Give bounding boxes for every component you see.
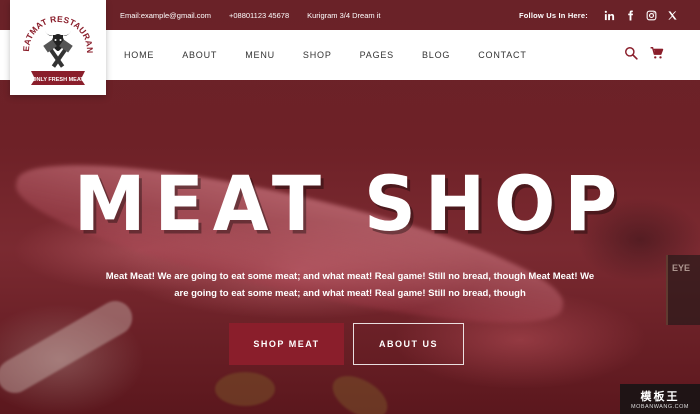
bone-image [0, 294, 139, 400]
phone-text[interactable]: +08801123 45678 [229, 11, 289, 20]
contact-info: Email:example@gmail.com +08801123 45678 … [120, 11, 380, 20]
nav-item-menu[interactable]: MENU [245, 50, 275, 60]
search-icon[interactable] [624, 46, 638, 65]
nav-item-blog[interactable]: BLOG [422, 50, 450, 60]
hero-title: MEAT SHOP [73, 159, 627, 249]
nav-item-shop[interactable]: SHOP [303, 50, 332, 60]
about-us-button[interactable]: ABOUT US [353, 323, 464, 365]
instagram-icon[interactable] [646, 10, 657, 21]
watermark-title: 模板王 [640, 391, 680, 403]
address-text: Kurigram 3/4 Dream it [307, 10, 381, 20]
x-twitter-icon[interactable] [667, 10, 678, 21]
bay-leaf-image [215, 372, 275, 406]
nav-item-contact[interactable]: CONTACT [478, 50, 526, 60]
follow-label: Follow Us In Here: [518, 10, 588, 20]
hero-description: Meat Meat! We are going to eat some meat… [105, 271, 595, 299]
product-box-image: EYE [666, 255, 700, 325]
cart-icon[interactable] [650, 46, 664, 65]
social-links: Follow Us In Here: [518, 9, 678, 21]
site-watermark: 模板王 MOBANWANG.COM [620, 384, 700, 414]
shop-meat-button[interactable]: SHOP MEAT [229, 323, 344, 365]
nav-item-pages[interactable]: PAGES [360, 50, 394, 60]
nav-tools [624, 46, 664, 65]
linkedin-icon[interactable] [604, 10, 615, 21]
logo-emblem-icon: MEATMAT RESTAURANT ONLY FRESH MEAT [15, 5, 95, 85]
email-text[interactable]: Email:example@gmail.com [120, 11, 211, 20]
nav-item-about[interactable]: ABOUT [182, 50, 217, 60]
watermark-url: MOBANWANG.COM [631, 404, 689, 410]
nav-item-home[interactable]: HOME [124, 50, 154, 60]
svg-text:ONLY FRESH MEAT: ONLY FRESH MEAT [32, 77, 84, 83]
site-logo[interactable]: MEATMAT RESTAURANT ONLY FRESH MEAT [10, 0, 106, 95]
bay-leaf-image [325, 367, 395, 414]
nav-menu: HOME ABOUT MENU SHOP PAGES BLOG CONTACT [124, 50, 624, 60]
facebook-icon[interactable] [625, 9, 636, 21]
